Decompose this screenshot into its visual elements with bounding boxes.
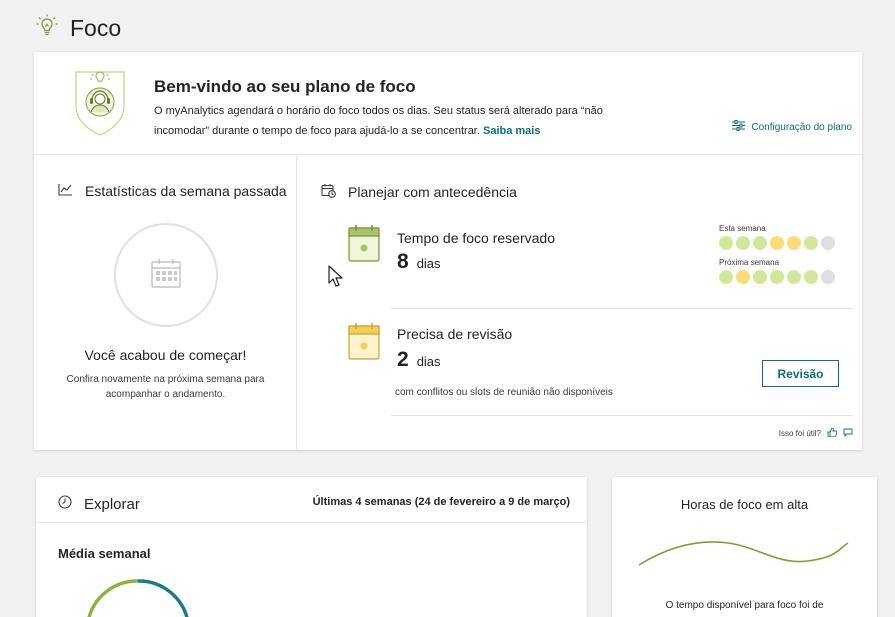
page-title: Foco xyxy=(70,15,122,41)
yellow-calendar-icon xyxy=(348,322,380,365)
review-label: Precisa de revisão xyxy=(397,326,513,342)
day-status-dot xyxy=(719,270,733,284)
page-header: Foco xyxy=(36,14,121,43)
mouse-pointer-icon xyxy=(328,265,343,287)
plan-header: Planejar com antecedência xyxy=(321,183,517,201)
day-status-dot xyxy=(719,236,733,250)
comment-icon[interactable] xyxy=(843,428,853,439)
welcome-section: Bem-vindo ao seu plano de foco O myAnaly… xyxy=(34,52,862,155)
reserved-focus-item: Tempo de foco reservado 8 dias Esta sema… xyxy=(348,221,853,309)
plan-settings-label: Configuração do plano xyxy=(751,121,852,133)
weekly-average-title: Média semanal xyxy=(58,546,151,561)
day-status-dot xyxy=(821,236,835,250)
explore-header: Explorar Últimas 4 semanas (24 de fevere… xyxy=(36,477,587,523)
this-week-dots xyxy=(719,236,835,250)
day-status-dot xyxy=(736,236,750,250)
day-status-dot xyxy=(753,236,767,250)
weekly-average-ring xyxy=(87,579,189,617)
settings-sliders-icon xyxy=(732,120,751,134)
trend-line xyxy=(638,541,849,566)
day-status-dot xyxy=(753,270,767,284)
review-count-number: 2 xyxy=(397,348,409,371)
next-week-dots xyxy=(719,270,835,284)
reserved-label: Tempo de foco reservado xyxy=(397,230,555,246)
day-status-dot xyxy=(736,270,750,284)
calendar-grid-icon xyxy=(150,257,182,294)
focus-plan-card: Bem-vindo ao seu plano de foco O myAnaly… xyxy=(34,52,862,450)
empty-stats-circle xyxy=(114,223,218,327)
stats-title: Estatísticas da semana passada xyxy=(85,183,287,199)
reserved-count-unit: dias xyxy=(416,256,441,271)
plan-ahead-section: Planejar com antecedência Tempo de foco … xyxy=(298,156,862,450)
last-week-stats: Estatísticas da semana passada Você acab… xyxy=(34,156,297,450)
explore-date-range: Últimas 4 semanas (24 de fevereiro a 9 d… xyxy=(312,496,570,508)
thumbs-up-icon[interactable] xyxy=(827,427,838,439)
day-status-dot xyxy=(787,270,801,284)
week-dots: Esta semana Próxima semana xyxy=(719,224,835,292)
feedback-row: Isso foi útil? xyxy=(778,427,853,439)
reserved-count: 8 dias xyxy=(397,250,441,274)
review-note: com conflitos ou slots de reunião não di… xyxy=(395,387,613,398)
trend-title: Horas de foco em alta xyxy=(680,497,809,512)
day-status-dot xyxy=(770,270,784,284)
day-status-dot xyxy=(787,236,801,250)
line-chart-icon xyxy=(58,183,85,199)
welcome-title: Bem-vindo ao seu plano de foco xyxy=(154,77,416,96)
focus-badge-icon xyxy=(72,66,128,143)
review-count-unit: dias xyxy=(416,354,441,369)
explore-title: Explorar xyxy=(84,495,140,513)
day-status-dot xyxy=(804,236,818,250)
explore-title-row: Explorar xyxy=(58,495,140,513)
next-week-label: Próxima semana xyxy=(719,258,780,267)
clock-icon xyxy=(58,495,84,513)
review-button[interactable]: Revisão xyxy=(762,360,839,387)
plan-settings-link[interactable]: Configuração do plano xyxy=(732,120,852,134)
this-week-label: Esta semana xyxy=(719,224,766,233)
day-status-dot xyxy=(804,270,818,284)
stats-headline: Você acabou de começar! xyxy=(84,347,247,363)
reserved-count-number: 8 xyxy=(397,250,409,273)
calendar-clock-icon xyxy=(321,183,348,201)
review-count: 2 dias xyxy=(397,348,441,372)
learn-more-link[interactable]: Saiba mais xyxy=(483,125,540,137)
day-status-dot xyxy=(770,236,784,250)
focus-trend-card: Horas de foco em alta O tempo disponível… xyxy=(612,477,877,617)
plan-title: Planejar com antecedência xyxy=(348,184,517,200)
green-calendar-icon xyxy=(348,224,380,267)
explore-card: Explorar Últimas 4 semanas (24 de fevere… xyxy=(36,477,587,617)
trend-description: O tempo disponível para foco foi de xyxy=(665,600,824,611)
stats-message: Confira novamente na próxima semana para… xyxy=(66,374,265,400)
day-status-dot xyxy=(821,270,835,284)
lightbulb-icon xyxy=(36,14,58,43)
feedback-question: Isso foi útil? xyxy=(778,429,821,438)
needs-review-item: Precisa de revisão 2 dias Revisão com co… xyxy=(348,310,853,416)
welcome-description: O myAnalytics agendará o horário do foco… xyxy=(154,101,634,141)
stats-header: Estatísticas da semana passada xyxy=(58,183,287,199)
